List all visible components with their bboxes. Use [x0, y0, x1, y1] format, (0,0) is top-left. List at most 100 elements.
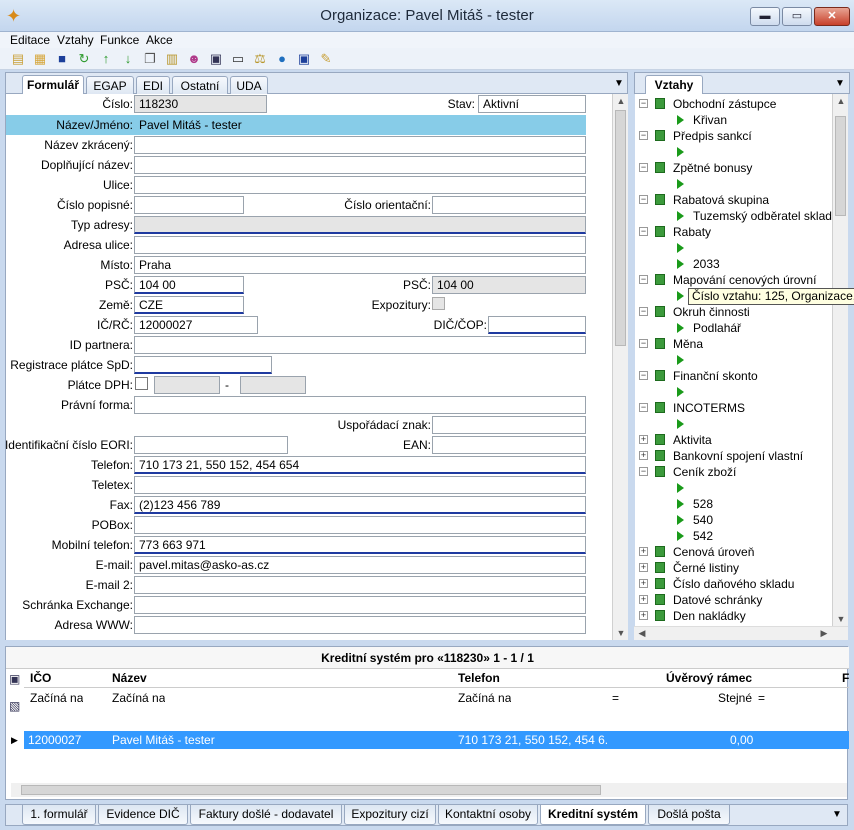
usporadaci-znak-field[interactable] [432, 416, 586, 434]
tab-edi[interactable]: EDI [136, 76, 170, 95]
id-partnera-field[interactable] [134, 336, 586, 354]
typ-adresy-field[interactable] [134, 216, 586, 234]
save-icon[interactable]: ■ [54, 51, 70, 67]
tree-toggle-icon[interactable]: − [639, 163, 648, 172]
filter-nazev[interactable]: Začíná na [112, 691, 165, 705]
tree-scroll-up-icon[interactable]: ▲ [833, 96, 849, 106]
tab-uda[interactable]: UDA [230, 76, 268, 95]
tree-node[interactable]: Měna [673, 336, 703, 352]
tree-scroll-right-icon[interactable]: ▶ [816, 628, 832, 639]
stav-field[interactable]: Aktivní [478, 95, 586, 113]
scales-icon[interactable]: ⚖ [252, 51, 268, 67]
psc-field[interactable]: 104 00 [134, 276, 244, 294]
eori-field[interactable] [134, 436, 288, 454]
menu-editace[interactable]: Editace [10, 33, 50, 47]
tab-egap[interactable]: EGAP [86, 76, 134, 95]
tree-node[interactable]: Předpis sankcí [673, 128, 752, 144]
grid-hscrollbar[interactable] [11, 783, 847, 797]
col-telefon-header[interactable]: Telefon [458, 671, 500, 685]
relation-item-arrow-icon[interactable] [677, 483, 684, 493]
tree-node[interactable]: Ceník zboží [673, 464, 736, 480]
tree-toggle-icon[interactable]: + [639, 451, 648, 460]
tree-node[interactable]: Bankovní spojení vlastní [673, 448, 803, 464]
relation-item-arrow-icon[interactable] [677, 355, 684, 365]
relation-item-arrow-icon[interactable] [677, 115, 684, 125]
tree-toggle-icon[interactable]: − [639, 131, 648, 140]
maximize-button[interactable]: ▭ [782, 7, 812, 26]
tree-node[interactable]: Rabatová skupina [673, 192, 769, 208]
col-f-header[interactable]: F [842, 671, 849, 685]
nazev-field[interactable]: Pavel Mitáš - tester [134, 116, 586, 134]
relation-item-arrow-icon[interactable] [677, 243, 684, 253]
refresh-icon[interactable]: ↻ [76, 51, 92, 67]
tab-formular-1[interactable]: 1. formulář [22, 805, 96, 825]
dic-field[interactable] [488, 316, 586, 334]
menu-funkce[interactable]: Funkce [100, 33, 139, 47]
relation-item-arrow-icon[interactable] [677, 259, 684, 269]
grid-settings-icon[interactable]: ▣ [9, 672, 20, 686]
expozitury-checkbox[interactable] [432, 297, 445, 310]
ulice-field[interactable] [134, 176, 586, 194]
tree-child-node[interactable]: 528 [693, 496, 713, 512]
email2-field[interactable] [134, 576, 586, 594]
tree-hscrollbar[interactable]: ◀ ▶ [634, 626, 848, 640]
tree-child-node[interactable]: Křivan [693, 112, 727, 128]
tree-node[interactable]: Aktivita [673, 432, 712, 448]
mobil-field[interactable]: 773 663 971 [134, 536, 586, 554]
close-button[interactable]: ✕ [814, 7, 850, 26]
ean-field[interactable] [432, 436, 586, 454]
tree-child-node[interactable]: Tuzemský odběratel skladu [693, 208, 839, 224]
grid-hscroll-thumb[interactable] [21, 785, 601, 795]
cislo-field[interactable]: 118230 [134, 95, 267, 113]
open-icon[interactable]: ▤ [10, 51, 26, 67]
filter-ico[interactable]: Začíná na [30, 691, 83, 705]
tree-toggle-icon[interactable]: + [639, 563, 648, 572]
nazev-zkraceny-field[interactable] [134, 136, 586, 154]
adresa-ulice-field[interactable] [134, 236, 586, 254]
ic-field[interactable]: 12000027 [134, 316, 258, 334]
cislo-orientacni-field[interactable] [432, 196, 586, 214]
www-field[interactable] [134, 616, 586, 634]
tree-toggle-icon[interactable]: + [639, 547, 648, 556]
relation-item-arrow-icon[interactable] [677, 515, 684, 525]
tree-node[interactable]: Cenová úroveň [673, 544, 754, 560]
scroll-up-icon[interactable]: ▲ [613, 96, 629, 106]
bottom-tab-dropdown-icon[interactable]: ▼ [832, 809, 842, 820]
filter-f-op[interactable]: = [758, 691, 765, 705]
tree-node[interactable]: Mapování cenových úrovní [673, 272, 816, 288]
card-icon[interactable]: ▭ [230, 51, 246, 67]
tree-toggle-icon[interactable]: − [639, 275, 648, 284]
tree-toggle-icon[interactable]: + [639, 595, 648, 604]
telefon-field[interactable]: 710 173 21, 550 152, 454 654 [134, 456, 586, 474]
tree-toggle-icon[interactable]: − [639, 371, 648, 380]
key-icon[interactable]: ✎ [318, 51, 334, 67]
tree-node[interactable]: Okruh činnosti [673, 304, 750, 320]
tab-evidence-dic[interactable]: Evidence DIČ [98, 805, 188, 825]
tree-node[interactable]: Obchodní zástupce [673, 96, 776, 112]
tree-toggle-icon[interactable]: + [639, 611, 648, 620]
tree-toggle-icon[interactable]: − [639, 99, 648, 108]
grid-filter-icon[interactable]: ▧ [9, 699, 20, 713]
menu-vztahy[interactable]: Vztahy [57, 33, 94, 47]
tree-toggle-icon[interactable]: + [639, 579, 648, 588]
registrace-spd-field[interactable] [134, 356, 272, 374]
tree-node[interactable]: Rabaty [673, 224, 711, 240]
tree-node[interactable]: Zpětné bonusy [673, 160, 752, 176]
tree-node[interactable]: INCOTERMS [673, 400, 745, 416]
tree-node[interactable]: Den nakládky [673, 608, 746, 624]
doplnujici-nazev-field[interactable] [134, 156, 586, 174]
relation-item-arrow-icon[interactable] [677, 323, 684, 333]
col-ico-header[interactable]: IČO [30, 671, 51, 685]
tree-node[interactable]: Datové schránky [673, 592, 762, 608]
tree-toggle-icon[interactable]: − [639, 467, 648, 476]
pravni-forma-field[interactable] [134, 396, 586, 414]
col-ramec-header[interactable]: Úvěrový rámec [666, 671, 752, 685]
relation-item-arrow-icon[interactable] [677, 179, 684, 189]
tree-toggle-icon[interactable]: + [639, 435, 648, 444]
relation-item-arrow-icon[interactable] [677, 147, 684, 157]
tab-kreditni-system[interactable]: Kreditní systém [540, 805, 646, 825]
tree-toggle-icon[interactable]: − [639, 195, 648, 204]
relation-item-arrow-icon[interactable] [677, 499, 684, 509]
relation-item-arrow-icon[interactable] [677, 211, 684, 221]
relation-item-arrow-icon[interactable] [677, 419, 684, 429]
